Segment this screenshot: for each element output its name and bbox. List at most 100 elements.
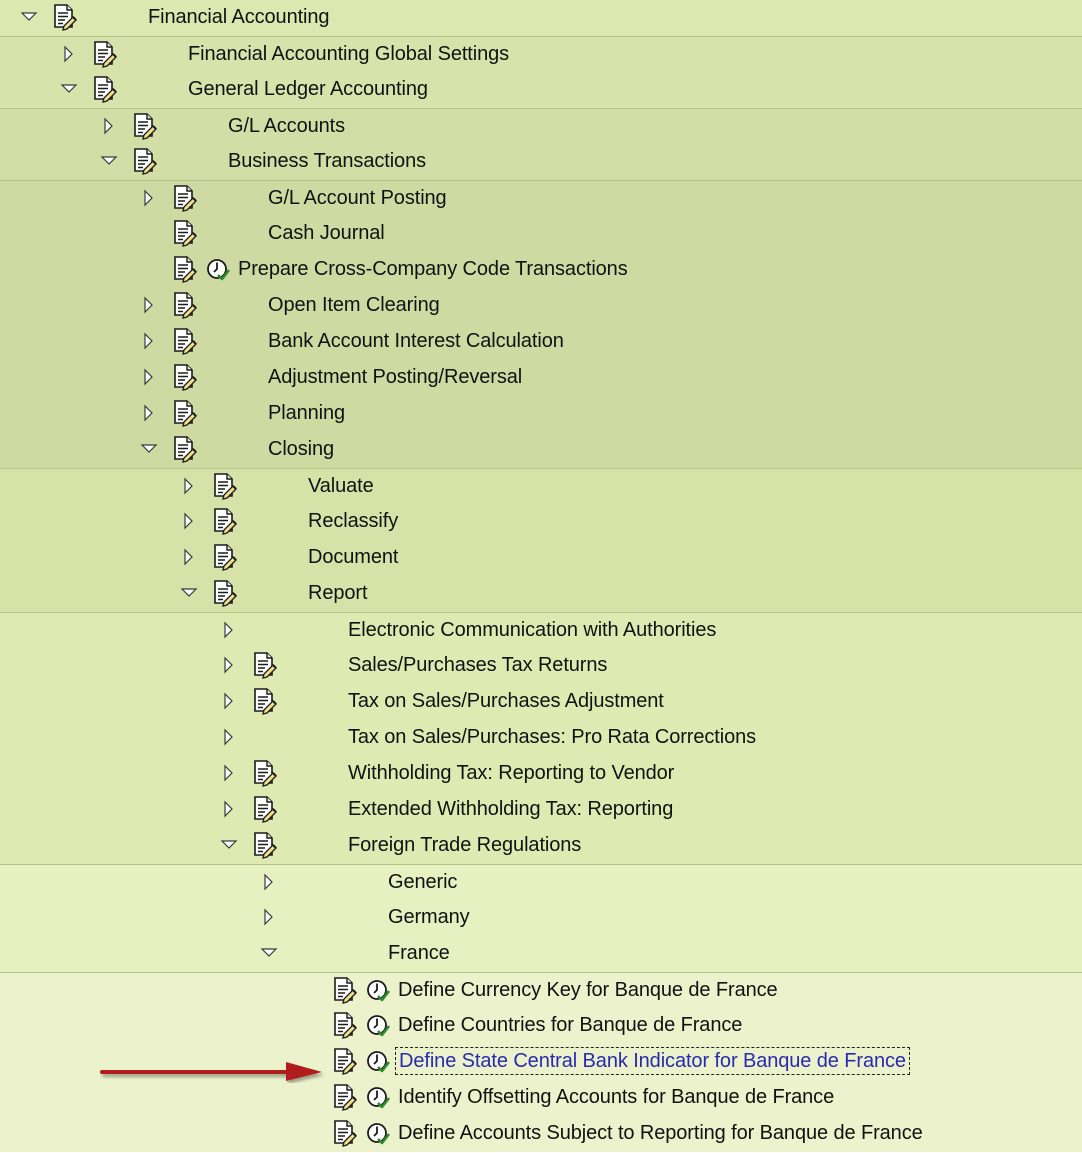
tree-node-label[interactable]: Electronic Communication with Authoritie… xyxy=(348,619,716,641)
tree-row[interactable]: Business Transactions xyxy=(0,144,1082,180)
document-pen-icon[interactable] xyxy=(172,256,198,284)
tree-row[interactable]: Prepare Cross-Company Code Transactions xyxy=(0,252,1082,288)
document-pen-icon[interactable] xyxy=(252,796,278,824)
triangle-right-icon[interactable] xyxy=(220,728,238,746)
tree-node-label[interactable]: Withholding Tax: Reporting to Vendor xyxy=(348,762,674,784)
tree-node-label[interactable]: Open Item Clearing xyxy=(268,294,440,316)
tree-node-label[interactable]: Adjustment Posting/Reversal xyxy=(268,366,522,388)
tree-row[interactable]: Tax on Sales/Purchases: Pro Rata Correct… xyxy=(0,720,1082,756)
document-pen-icon[interactable] xyxy=(252,832,278,860)
clock-check-icon[interactable] xyxy=(366,1086,390,1110)
document-pen-icon[interactable] xyxy=(172,220,198,248)
triangle-down-icon[interactable] xyxy=(180,584,198,602)
tree-row[interactable]: Financial Accounting Global Settings xyxy=(0,36,1082,72)
document-pen-icon[interactable] xyxy=(172,364,198,392)
tree-row[interactable]: G/L Account Posting xyxy=(0,180,1082,216)
document-pen-icon[interactable] xyxy=(52,4,78,32)
tree-row[interactable]: Define Currency Key for Banque de France xyxy=(0,972,1082,1008)
tree-node-label[interactable]: Define Countries for Banque de France xyxy=(398,1014,742,1036)
tree-row[interactable]: Define Countries for Banque de France xyxy=(0,1008,1082,1044)
tree-row[interactable]: Germany xyxy=(0,900,1082,936)
triangle-right-icon[interactable] xyxy=(180,512,198,530)
tree-row[interactable]: Report xyxy=(0,576,1082,612)
triangle-right-icon[interactable] xyxy=(180,477,198,495)
triangle-right-icon[interactable] xyxy=(140,368,158,386)
tree-row[interactable]: Bank Account Interest Calculation xyxy=(0,324,1082,360)
tree-row[interactable]: Open Item Clearing xyxy=(0,288,1082,324)
tree-node-label[interactable]: G/L Accounts xyxy=(228,115,345,137)
tree-row[interactable]: Tax on Sales/Purchases Adjustment xyxy=(0,684,1082,720)
tree-node-label[interactable]: Extended Withholding Tax: Reporting xyxy=(348,798,673,820)
tree-node-label[interactable]: Planning xyxy=(268,402,345,424)
document-pen-icon[interactable] xyxy=(332,977,358,1005)
document-pen-icon[interactable] xyxy=(132,113,158,141)
tree-row[interactable]: Define Accounts Subject to Reporting for… xyxy=(0,1116,1082,1152)
tree-node-label[interactable]: Identify Offsetting Accounts for Banque … xyxy=(398,1086,834,1108)
clock-check-icon[interactable] xyxy=(366,979,390,1003)
document-pen-icon[interactable] xyxy=(212,580,238,608)
document-pen-icon[interactable] xyxy=(172,185,198,213)
tree-row[interactable]: G/L Accounts xyxy=(0,108,1082,144)
tree-node-label[interactable]: Bank Account Interest Calculation xyxy=(268,330,564,352)
tree-node-label[interactable]: Sales/Purchases Tax Returns xyxy=(348,654,607,676)
tree-node-label[interactable]: Valuate xyxy=(308,475,374,497)
tree-row[interactable]: Financial Accounting xyxy=(0,0,1082,36)
tree-row[interactable]: Planning xyxy=(0,396,1082,432)
tree-node-label[interactable]: Prepare Cross-Company Code Transactions xyxy=(238,258,628,280)
triangle-right-icon[interactable] xyxy=(220,764,238,782)
document-pen-icon[interactable] xyxy=(92,41,118,69)
triangle-right-icon[interactable] xyxy=(60,45,78,63)
triangle-right-icon[interactable] xyxy=(260,908,278,926)
tree-row[interactable]: Document xyxy=(0,540,1082,576)
tree-node-label[interactable]: Tax on Sales/Purchases: Pro Rata Correct… xyxy=(348,726,756,748)
tree-row[interactable]: Valuate xyxy=(0,468,1082,504)
tree-row[interactable]: Extended Withholding Tax: Reporting xyxy=(0,792,1082,828)
tree-row[interactable]: General Ledger Accounting xyxy=(0,72,1082,108)
tree-node-label[interactable]: Generic xyxy=(388,871,457,893)
clock-check-icon[interactable] xyxy=(206,258,230,282)
tree-row[interactable]: France xyxy=(0,936,1082,972)
document-pen-icon[interactable] xyxy=(172,328,198,356)
clock-check-icon[interactable] xyxy=(366,1050,390,1074)
tree-row[interactable]: Cash Journal xyxy=(0,216,1082,252)
triangle-right-icon[interactable] xyxy=(140,296,158,314)
triangle-down-icon[interactable] xyxy=(220,836,238,854)
tree-node-label[interactable]: Reclassify xyxy=(308,510,398,532)
tree-row[interactable]: Foreign Trade Regulations xyxy=(0,828,1082,864)
triangle-right-icon[interactable] xyxy=(220,692,238,710)
document-pen-icon[interactable] xyxy=(332,1012,358,1040)
tree-node-label[interactable]: Define Currency Key for Banque de France xyxy=(398,979,778,1001)
tree-node-label[interactable]: Define State Central Bank Indicator for … xyxy=(395,1047,910,1075)
tree-node-label[interactable]: Closing xyxy=(268,438,334,460)
tree-node-label[interactable]: G/L Account Posting xyxy=(268,187,447,209)
document-pen-icon[interactable] xyxy=(212,473,238,501)
tree-node-label[interactable]: France xyxy=(388,942,450,964)
triangle-right-icon[interactable] xyxy=(140,404,158,422)
tree-node-label[interactable]: Define Accounts Subject to Reporting for… xyxy=(398,1122,923,1144)
document-pen-icon[interactable] xyxy=(212,508,238,536)
triangle-right-icon[interactable] xyxy=(100,117,118,135)
tree-node-label[interactable]: Financial Accounting Global Settings xyxy=(188,43,509,65)
tree-row[interactable]: Withholding Tax: Reporting to Vendor xyxy=(0,756,1082,792)
clock-check-icon[interactable] xyxy=(366,1122,390,1146)
tree-row[interactable]: Generic xyxy=(0,864,1082,900)
triangle-right-icon[interactable] xyxy=(260,873,278,891)
triangle-right-icon[interactable] xyxy=(140,189,158,207)
clock-check-icon[interactable] xyxy=(366,1014,390,1038)
tree-node-label[interactable]: Document xyxy=(308,546,398,568)
triangle-down-icon[interactable] xyxy=(260,944,278,962)
document-pen-icon[interactable] xyxy=(332,1048,358,1076)
tree-node-label[interactable]: Business Transactions xyxy=(228,150,426,172)
triangle-down-icon[interactable] xyxy=(100,152,118,170)
document-pen-icon[interactable] xyxy=(252,688,278,716)
tree-node-label[interactable]: Report xyxy=(308,582,368,604)
tree-row[interactable]: Sales/Purchases Tax Returns xyxy=(0,648,1082,684)
document-pen-icon[interactable] xyxy=(172,292,198,320)
tree-row[interactable]: Identify Offsetting Accounts for Banque … xyxy=(0,1080,1082,1116)
tree-node-label[interactable]: Tax on Sales/Purchases Adjustment xyxy=(348,690,664,712)
triangle-right-icon[interactable] xyxy=(140,332,158,350)
document-pen-icon[interactable] xyxy=(172,400,198,428)
triangle-down-icon[interactable] xyxy=(140,440,158,458)
tree-node-label[interactable]: Foreign Trade Regulations xyxy=(348,834,581,856)
triangle-down-icon[interactable] xyxy=(20,8,38,26)
